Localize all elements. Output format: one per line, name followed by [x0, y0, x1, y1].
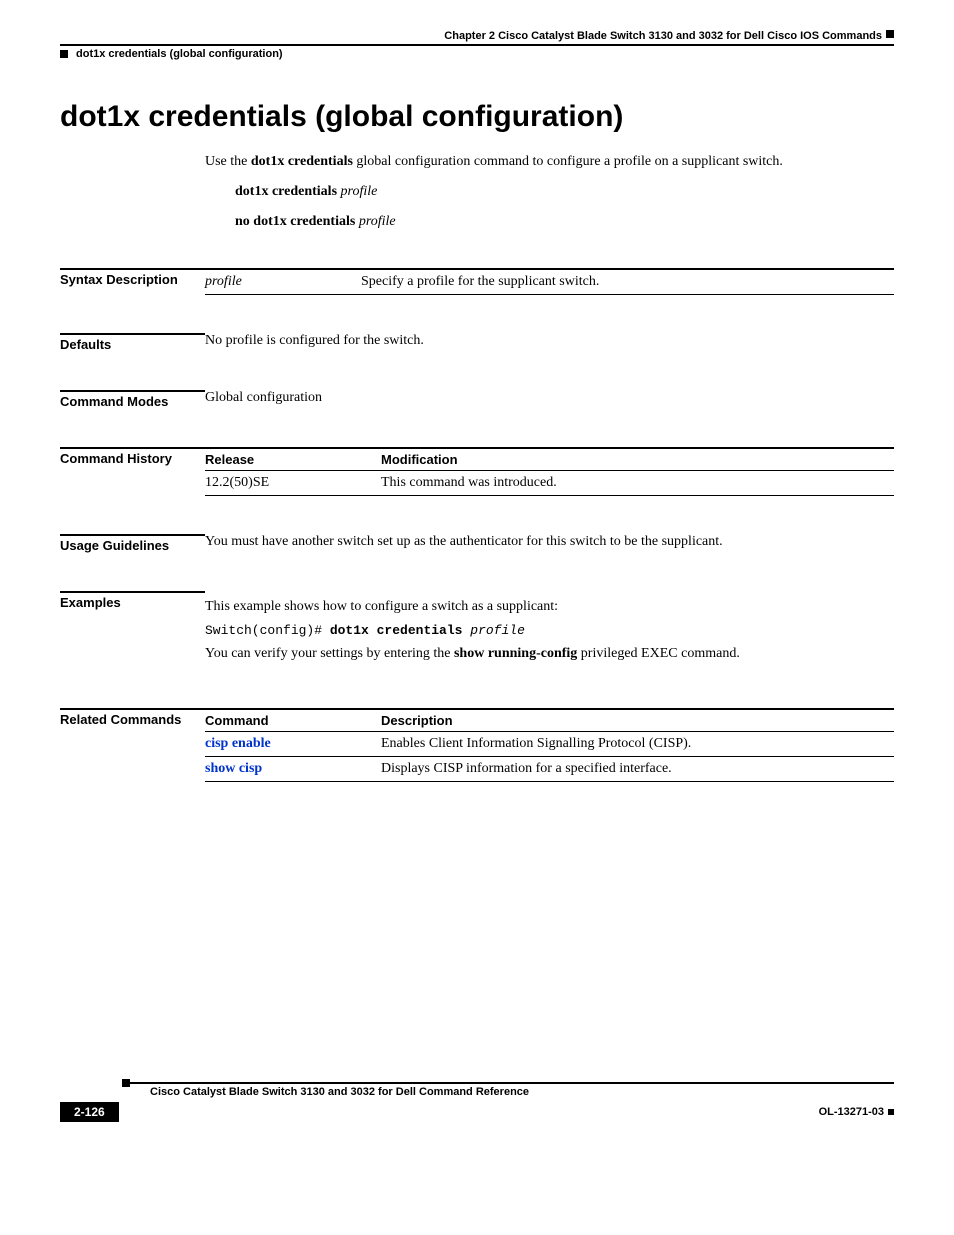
command-history-table: Release Modification 12.2(50)SE This com… — [205, 447, 894, 496]
intro-suffix: global configuration command to configur… — [353, 154, 783, 169]
example-code: Switch(config)# dot1x credentials profil… — [205, 623, 894, 638]
header-rule-end-block — [886, 30, 894, 38]
chapter-title: Chapter 2 Cisco Catalyst Blade Switch 31… — [444, 30, 882, 42]
syntax-line-2: no dot1x credentials profile — [235, 214, 894, 230]
section-label: Examples — [60, 591, 205, 670]
section-label: Syntax Description — [60, 268, 205, 295]
syntax-arg-2: profile — [359, 214, 396, 229]
section-syntax-description: Syntax Description profile Specify a pro… — [60, 268, 894, 295]
footer-end-block-icon — [888, 1109, 894, 1115]
subheader-block-icon — [60, 50, 68, 58]
page-subheader: dot1x credentials (global configuration) — [60, 48, 894, 60]
intro-paragraph: Use the dot1x credentials global configu… — [205, 154, 894, 170]
section-related-commands: Related Commands Command Description cis… — [60, 708, 894, 782]
syntax-param-desc: Specify a profile for the supplicant swi… — [361, 269, 894, 295]
syntax-cmd-2: no dot1x credentials — [235, 214, 359, 229]
syntax-description-table: profile Specify a profile for the suppli… — [205, 268, 894, 295]
history-col-release: Release — [205, 448, 381, 471]
verify-prefix: You can verify your settings by entering… — [205, 646, 454, 661]
related-command-desc: Displays CISP information for a specifie… — [381, 757, 894, 782]
example-code-prefix: Switch(config)# — [205, 623, 330, 638]
document-id: OL-13271-03 — [819, 1106, 894, 1118]
syntax-cmd-1: dot1x credentials — [235, 184, 341, 199]
footer-rule-start-block — [122, 1079, 130, 1087]
table-row: 12.2(50)SE This command was introduced. — [205, 471, 894, 496]
section-label: Defaults — [60, 333, 205, 352]
example-code-arg: profile — [470, 623, 525, 638]
related-col-command: Command — [205, 709, 381, 732]
history-modification: This command was introduced. — [381, 471, 894, 496]
related-commands-table: Command Description cisp enable Enables … — [205, 708, 894, 782]
related-command-desc: Enables Client Information Signalling Pr… — [381, 732, 894, 757]
related-command-link[interactable]: cisp enable — [205, 736, 271, 751]
section-label: Related Commands — [60, 708, 205, 782]
section-command-modes: Command Modes Global configuration — [60, 390, 894, 409]
breadcrumb: dot1x credentials (global configuration) — [76, 48, 283, 60]
table-row: cisp enable Enables Client Information S… — [205, 732, 894, 757]
page-number: 2-126 — [60, 1102, 119, 1122]
history-col-modification: Modification — [381, 448, 894, 471]
section-defaults: Defaults No profile is configured for th… — [60, 333, 894, 352]
verify-cmd: show running-config — [454, 646, 577, 661]
history-release: 12.2(50)SE — [205, 471, 381, 496]
table-row: show cisp Displays CISP information for … — [205, 757, 894, 782]
example-intro: This example shows how to configure a sw… — [205, 599, 894, 615]
footer-book-title: Cisco Catalyst Blade Switch 3130 and 303… — [60, 1086, 894, 1098]
section-usage-guidelines: Usage Guidelines You must have another s… — [60, 534, 894, 553]
example-code-cmd: dot1x credentials — [330, 623, 470, 638]
section-examples: Examples This example shows how to confi… — [60, 591, 894, 670]
related-command-link[interactable]: show cisp — [205, 761, 262, 776]
command-modes-text: Global configuration — [205, 390, 894, 409]
document-id-text: OL-13271-03 — [819, 1106, 884, 1118]
page-footer: Cisco Catalyst Blade Switch 3130 and 303… — [60, 1082, 894, 1122]
section-label: Usage Guidelines — [60, 534, 205, 553]
syntax-arg-1: profile — [341, 184, 378, 199]
defaults-text: No profile is configured for the switch. — [205, 333, 894, 352]
syntax-line-1: dot1x credentials profile — [235, 184, 894, 200]
section-label: Command Modes — [60, 390, 205, 409]
page-header: Chapter 2 Cisco Catalyst Blade Switch 31… — [60, 30, 894, 46]
intro-prefix: Use the — [205, 154, 251, 169]
syntax-param: profile — [205, 269, 361, 295]
section-command-history: Command History Release Modification 12.… — [60, 447, 894, 496]
page-title: dot1x credentials (global configuration) — [60, 100, 894, 134]
verify-suffix: privileged EXEC command. — [577, 646, 740, 661]
related-col-description: Description — [381, 709, 894, 732]
example-verify: You can verify your settings by entering… — [205, 646, 894, 662]
section-label: Command History — [60, 447, 205, 496]
intro-command: dot1x credentials — [251, 154, 353, 169]
usage-guidelines-text: You must have another switch set up as t… — [205, 534, 894, 553]
